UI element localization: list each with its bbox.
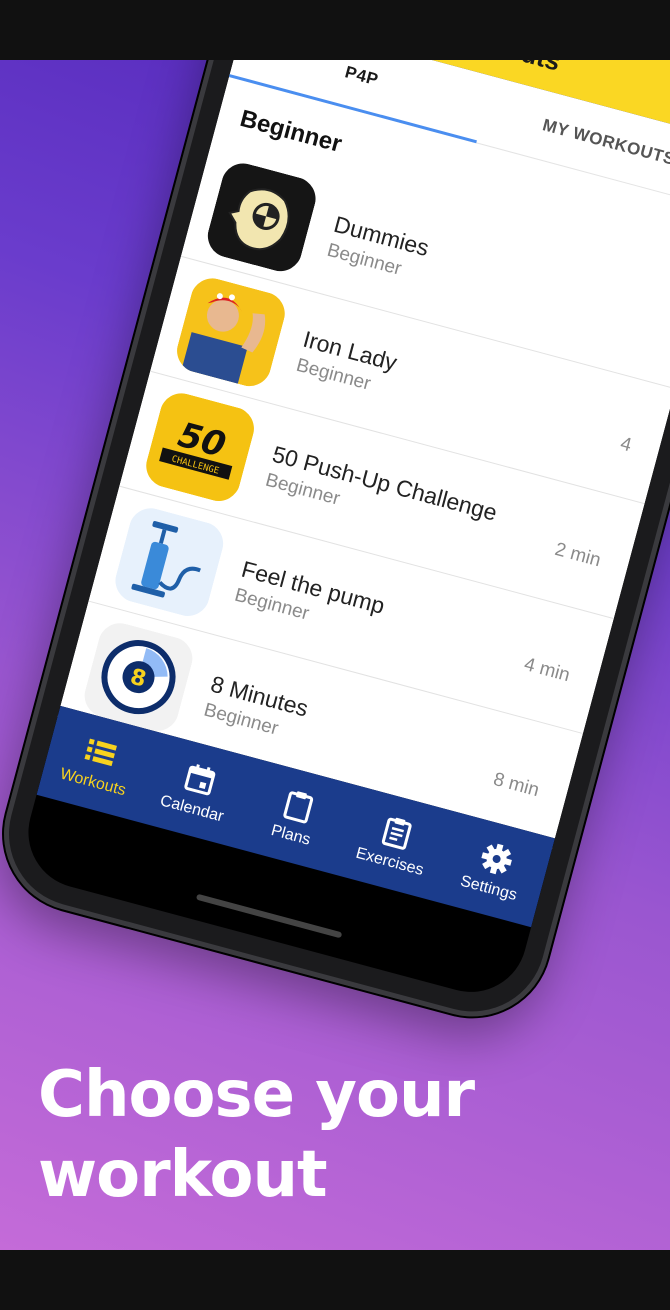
top-black-bar	[0, 0, 670, 60]
workout-duration: 8 min	[491, 768, 542, 802]
clipboard-icon	[283, 791, 314, 824]
promo-background: Workouts P4P MY WORKOUTS Beginner	[0, 60, 670, 1250]
checklist-icon	[382, 817, 413, 850]
nav-label: Calendar	[158, 792, 226, 826]
section-title: Beginner	[237, 104, 345, 158]
50-challenge-icon: 50 CHALLENGE	[141, 388, 259, 506]
crash-test-dummy-icon	[202, 158, 321, 277]
nav-label: Exercises	[353, 844, 426, 880]
workout-duration: 4 min	[521, 653, 573, 687]
nav-label: Workouts	[58, 765, 128, 800]
rosie-riveter-icon	[172, 273, 290, 392]
headline-line-2: workout	[38, 1138, 328, 1212]
air-pump-icon	[110, 503, 229, 621]
workout-duration: 4	[618, 433, 634, 457]
promo-headline: Choose your workout	[38, 1055, 638, 1215]
list-icon	[84, 738, 118, 767]
bottom-black-bar	[0, 1250, 670, 1310]
workouts-content: P4P MY WORKOUTS Beginner Dummies Beginne…	[57, 60, 670, 849]
phone-screen: Workouts P4P MY WORKOUTS Beginner	[15, 60, 670, 1005]
headline-line-1: Choose your	[38, 1058, 475, 1132]
gear-icon	[481, 843, 512, 875]
calendar-icon	[183, 764, 215, 796]
phone-frame: Workouts P4P MY WORKOUTS Beginner	[0, 60, 670, 1034]
workout-duration: 2 min	[552, 538, 603, 572]
home-indicator	[195, 893, 343, 939]
